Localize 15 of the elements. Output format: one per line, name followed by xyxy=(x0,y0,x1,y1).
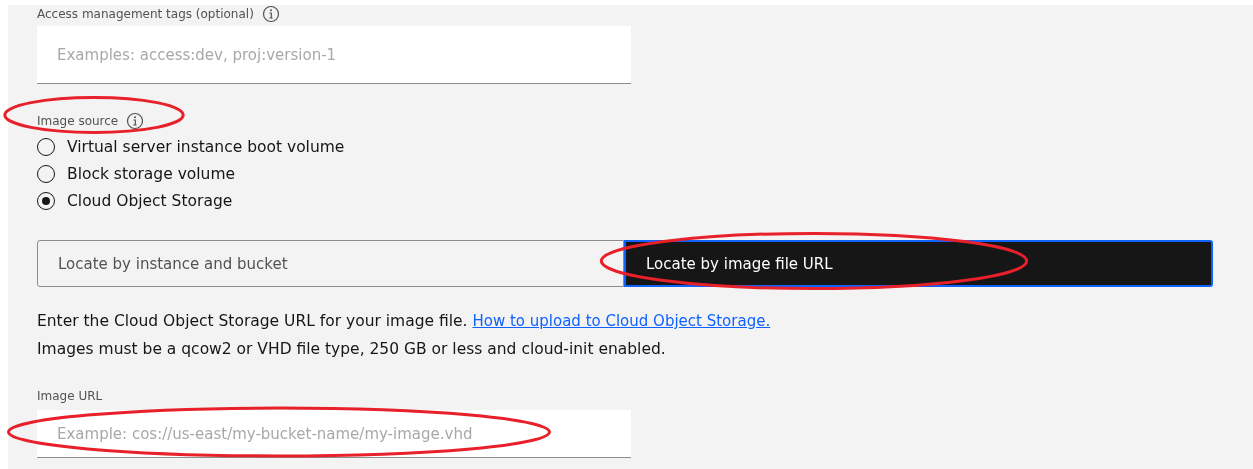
field-label: Access management tags (optional) xyxy=(37,7,254,21)
field-label: Image URL xyxy=(37,389,104,403)
info-icon[interactable] xyxy=(261,5,280,23)
help-link[interactable]: How to upload to Cloud Object Storage. xyxy=(472,312,771,330)
help-text: Enter the Cloud Object Storage URL for your image file. How to upload to Cloud Object Storage. xyxy=(37,311,772,332)
switcher-tab[interactable]: Locate by instance and bucket xyxy=(37,240,624,287)
field-label: Image source xyxy=(37,114,119,128)
switcher-tab[interactable]: Locate by image file URL xyxy=(624,240,1213,287)
help-text: Images must be a qcow2 or VHD file type, 250 GB or less and cloud-init enabled. xyxy=(37,339,667,360)
input-field[interactable]: Examples: access:dev, proj:version-1 xyxy=(37,26,631,84)
radio-label[interactable]: Virtual server instance boot volume xyxy=(67,138,345,156)
radio-label[interactable]: Cloud Object Storage xyxy=(67,192,233,210)
radio-label[interactable]: Block storage volume xyxy=(67,165,236,183)
info-icon[interactable] xyxy=(126,112,145,130)
input-field[interactable]: Example: cos://us-east/my-bucket-name/my-image.vhd xyxy=(37,410,631,458)
